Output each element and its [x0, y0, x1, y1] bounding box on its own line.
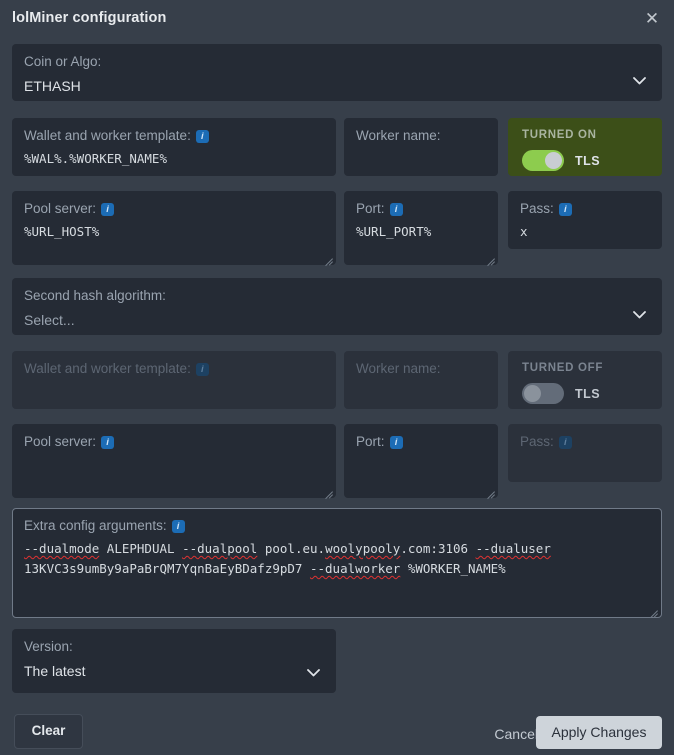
secondary-pool-server-field[interactable]: Pool server: i: [12, 424, 336, 498]
primary-worker-name-label: Worker name:: [356, 128, 441, 143]
apply-changes-button[interactable]: Apply Changes: [536, 716, 662, 749]
secondary-port-field[interactable]: Port: i: [344, 424, 498, 498]
primary-tls-switch-row: TLS: [522, 150, 662, 171]
info-icon[interactable]: i: [101, 203, 115, 216]
config-token: .com:3106: [400, 541, 476, 556]
info-icon: i: [558, 436, 572, 449]
dialog-titlebar: lolMiner configuration ✕: [0, 0, 674, 34]
resize-handle[interactable]: [484, 484, 495, 495]
primary-port-field[interactable]: Port: i %URL_PORT%: [344, 191, 498, 265]
toggle-knob: [545, 152, 562, 169]
secondary-port-label: Port: i: [356, 433, 486, 450]
extra-config-arguments-textarea[interactable]: Extra config arguments: i --dualmode ALEP…: [12, 508, 662, 618]
config-token: pool.eu.: [257, 541, 326, 556]
primary-worker-name-field[interactable]: Worker name:: [344, 118, 498, 176]
clear-button[interactable]: Clear: [14, 714, 83, 749]
info-icon[interactable]: i: [195, 130, 209, 143]
info-icon[interactable]: i: [558, 203, 572, 216]
version-value: The latest: [24, 663, 86, 679]
version-label: Version:: [24, 639, 73, 654]
config-token: 13KVC3s9umBy9aPaBrQM7YqnBaEyBDafz9pD7: [24, 561, 303, 576]
resize-handle[interactable]: [322, 251, 333, 262]
primary-pool-server-field[interactable]: Pool server: i %URL_HOST%: [12, 191, 336, 265]
primary-pool-server-label: Pool server: i: [24, 200, 324, 217]
primary-pass-value: x: [520, 224, 528, 239]
chevron-down-icon: [633, 77, 646, 85]
primary-tls-toggle[interactable]: [522, 150, 564, 171]
extra-config-arguments-label: Extra config arguments: i: [24, 517, 650, 534]
misspelled-token: --dualmode: [24, 541, 100, 556]
coin-or-algo-label: Coin or Algo:: [24, 54, 102, 69]
primary-pool-server-value: %URL_HOST%: [24, 224, 100, 239]
lolminer-configuration-dialog: lolMiner configuration ✕ Coin or Algo: E…: [0, 0, 674, 755]
primary-tls-label: TLS: [575, 153, 601, 168]
second-hash-algorithm-value: Select...: [24, 312, 75, 328]
secondary-worker-name-label: Worker name:: [356, 361, 441, 376]
secondary-wallet-template-label: Wallet and worker template: i: [24, 360, 324, 377]
second-hash-algorithm-label: Second hash algorithm:: [24, 288, 166, 303]
coin-or-algo-value: ETHASH: [24, 78, 81, 94]
primary-wallet-template-value: %WAL%.%WORKER_NAME%: [24, 151, 167, 166]
info-icon[interactable]: i: [171, 520, 185, 533]
misspelled-token: --dualpool: [182, 541, 258, 556]
dialog-title: lolMiner configuration: [12, 10, 167, 26]
chevron-down-icon: [307, 669, 320, 677]
secondary-pool-server-label: Pool server: i: [24, 433, 324, 450]
misspelled-token: --dualworker: [309, 561, 401, 576]
config-token: ALEPHDUAL: [99, 541, 183, 556]
coin-or-algo-select[interactable]: Coin or Algo: ETHASH: [12, 44, 662, 101]
primary-pass-label: Pass: i: [520, 200, 650, 217]
config-token: %WORKER_NAME%: [400, 561, 506, 576]
info-icon[interactable]: i: [101, 436, 115, 449]
resize-handle[interactable]: [484, 251, 495, 262]
primary-port-label: Port: i: [356, 200, 486, 217]
second-hash-algorithm-select[interactable]: Second hash algorithm: Select...: [12, 278, 662, 335]
primary-pass-field[interactable]: Pass: i x: [508, 191, 662, 249]
secondary-tls-toggle[interactable]: [522, 383, 564, 404]
secondary-tls-state: TURNED OFF: [522, 362, 604, 374]
resize-handle[interactable]: [647, 603, 658, 614]
primary-port-value: %URL_PORT%: [356, 224, 432, 239]
extra-config-arguments-value: --dualmode ALEPHDUAL --dualpool pool.eu.…: [24, 539, 650, 579]
close-icon[interactable]: ✕: [641, 8, 663, 30]
chevron-down-icon: [633, 311, 646, 319]
primary-wallet-template-field[interactable]: Wallet and worker template: i %WAL%.%WORK…: [12, 118, 336, 176]
primary-tls-state: TURNED ON: [522, 129, 597, 141]
secondary-tls-label: TLS: [575, 386, 601, 401]
secondary-tls-switch-row: TLS: [522, 383, 662, 404]
info-icon[interactable]: i: [389, 436, 403, 449]
secondary-wallet-template-field: Wallet and worker template: i: [12, 351, 336, 409]
secondary-tls-panel: TURNED OFF TLS: [508, 351, 662, 409]
resize-handle[interactable]: [322, 484, 333, 495]
toggle-knob: [524, 385, 541, 402]
secondary-pass-label: Pass: i: [520, 433, 650, 450]
misspelled-token: --dualuser: [475, 541, 551, 556]
version-select[interactable]: Version: The latest: [12, 629, 336, 693]
secondary-pass-field: Pass: i: [508, 424, 662, 482]
secondary-worker-name-field: Worker name:: [344, 351, 498, 409]
info-icon: i: [195, 363, 209, 376]
primary-tls-panel: TURNED ON TLS: [508, 118, 662, 176]
cancel-button[interactable]: Cancel: [494, 726, 538, 742]
misspelled-token: woolypooly: [325, 541, 401, 556]
info-icon[interactable]: i: [389, 203, 403, 216]
primary-wallet-template-label: Wallet and worker template: i: [24, 127, 324, 144]
